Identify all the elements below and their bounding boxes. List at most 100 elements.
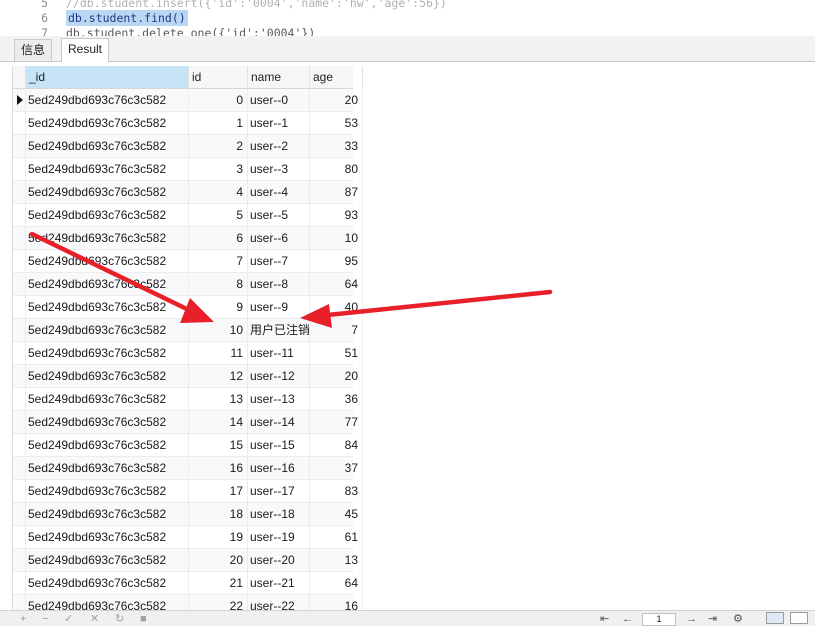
cell-age[interactable]: 64 [310, 572, 363, 594]
cell-id[interactable]: 6 [189, 227, 248, 249]
table-row[interactable]: 5ed249dbd693c76c3c582 6 user--6 10 [13, 227, 363, 250]
table-row[interactable]: 5ed249dbd693c76c3c582 10 用户已注销 7 [13, 319, 363, 342]
table-row[interactable]: 5ed249dbd693c76c3c582 1 user--1 53 [13, 112, 363, 135]
table-row[interactable]: 5ed249dbd693c76c3c582 16 user--16 37 [13, 457, 363, 480]
remove-icon[interactable]: − [42, 613, 48, 625]
prev-page-icon[interactable]: ← [622, 613, 633, 625]
cell-id[interactable]: 1 [189, 112, 248, 134]
cell-age[interactable]: 45 [310, 503, 363, 525]
cell-id[interactable]: 11 [189, 342, 248, 364]
cell-oid[interactable]: 5ed249dbd693c76c3c582 [26, 572, 189, 594]
cell-oid[interactable]: 5ed249dbd693c76c3c582 [26, 365, 189, 387]
table-row[interactable]: 5ed249dbd693c76c3c582 12 user--12 20 [13, 365, 363, 388]
cell-name[interactable]: user--11 [248, 342, 310, 364]
cell-name[interactable]: user--18 [248, 503, 310, 525]
cell-age[interactable]: 80 [310, 158, 363, 180]
cell-name[interactable]: user--6 [248, 227, 310, 249]
cell-id[interactable]: 7 [189, 250, 248, 272]
cell-id[interactable]: 15 [189, 434, 248, 456]
cell-age[interactable]: 7 [310, 319, 363, 341]
stop-icon[interactable]: ■ [140, 613, 147, 625]
cell-oid[interactable]: 5ed249dbd693c76c3c582 [26, 250, 189, 272]
settings-icon[interactable]: ⚙ [733, 613, 743, 625]
table-row[interactable]: 5ed249dbd693c76c3c582 14 user--14 77 [13, 411, 363, 434]
cell-id[interactable]: 14 [189, 411, 248, 433]
code-text-selected[interactable]: db.student.find() [66, 10, 188, 26]
cell-age[interactable]: 20 [310, 365, 363, 387]
cell-name[interactable]: user--15 [248, 434, 310, 456]
cell-id[interactable]: 2 [189, 135, 248, 157]
cell-age[interactable]: 36 [310, 388, 363, 410]
cell-id[interactable]: 18 [189, 503, 248, 525]
cell-oid[interactable]: 5ed249dbd693c76c3c582 [26, 549, 189, 571]
column-header-name[interactable]: name [248, 66, 310, 88]
cell-age[interactable]: 53 [310, 112, 363, 134]
cell-name[interactable]: user--5 [248, 204, 310, 226]
cell-oid[interactable]: 5ed249dbd693c76c3c582 [26, 411, 189, 433]
cell-oid[interactable]: 5ed249dbd693c76c3c582 [26, 89, 189, 111]
cell-name[interactable]: user--12 [248, 365, 310, 387]
table-row[interactable]: 5ed249dbd693c76c3c582 7 user--7 95 [13, 250, 363, 273]
cell-oid[interactable]: 5ed249dbd693c76c3c582 [26, 388, 189, 410]
cell-age[interactable]: 93 [310, 204, 363, 226]
cell-oid[interactable]: 5ed249dbd693c76c3c582 [26, 342, 189, 364]
cell-name[interactable]: user--9 [248, 296, 310, 318]
cell-id[interactable]: 17 [189, 480, 248, 502]
discard-icon[interactable]: ✕ [90, 613, 99, 625]
cell-id[interactable]: 3 [189, 158, 248, 180]
cell-id[interactable]: 16 [189, 457, 248, 479]
cell-age[interactable]: 37 [310, 457, 363, 479]
cell-oid[interactable]: 5ed249dbd693c76c3c582 [26, 135, 189, 157]
cell-age[interactable]: 95 [310, 250, 363, 272]
cell-id[interactable]: 10 [189, 319, 248, 341]
next-page-icon[interactable]: → [686, 613, 697, 625]
cell-age[interactable]: 87 [310, 181, 363, 203]
cell-oid[interactable]: 5ed249dbd693c76c3c582 [26, 503, 189, 525]
column-header-id[interactable]: id [189, 66, 248, 88]
cell-id[interactable]: 8 [189, 273, 248, 295]
table-row[interactable]: 5ed249dbd693c76c3c582 17 user--17 83 [13, 480, 363, 503]
cell-oid[interactable]: 5ed249dbd693c76c3c582 [26, 112, 189, 134]
table-row[interactable]: 5ed249dbd693c76c3c582 2 user--2 33 [13, 135, 363, 158]
page-number-input[interactable]: 1 [642, 613, 676, 626]
cell-name[interactable]: user--14 [248, 411, 310, 433]
apply-icon[interactable]: ✓ [64, 613, 73, 625]
cell-name[interactable]: user--17 [248, 480, 310, 502]
table-row[interactable]: 5ed249dbd693c76c3c582 8 user--8 64 [13, 273, 363, 296]
cell-name[interactable]: user--16 [248, 457, 310, 479]
cell-age[interactable]: 20 [310, 89, 363, 111]
query-editor[interactable]: 5 //db.student.insert({'id':'0004','name… [0, 0, 815, 36]
cell-oid[interactable]: 5ed249dbd693c76c3c582 [26, 204, 189, 226]
cell-name[interactable]: user--1 [248, 112, 310, 134]
cell-age[interactable]: 40 [310, 296, 363, 318]
cell-oid[interactable]: 5ed249dbd693c76c3c582 [26, 526, 189, 548]
cell-name[interactable]: 用户已注销 [248, 319, 310, 341]
result-grid[interactable]: _id id name age 5ed249dbd693c76c3c582 0 us… [12, 66, 363, 618]
form-view-icon[interactable] [790, 612, 808, 624]
table-row[interactable]: 5ed249dbd693c76c3c582 5 user--5 93 [13, 204, 363, 227]
cell-id[interactable]: 5 [189, 204, 248, 226]
column-header-age[interactable]: age [310, 66, 363, 88]
cell-name[interactable]: user--13 [248, 388, 310, 410]
cell-oid[interactable]: 5ed249dbd693c76c3c582 [26, 273, 189, 295]
cell-age[interactable]: 84 [310, 434, 363, 456]
cell-name[interactable]: user--8 [248, 273, 310, 295]
cell-name[interactable]: user--21 [248, 572, 310, 594]
cell-id[interactable]: 21 [189, 572, 248, 594]
cell-age[interactable]: 61 [310, 526, 363, 548]
cell-oid[interactable]: 5ed249dbd693c76c3c582 [26, 158, 189, 180]
cell-age[interactable]: 51 [310, 342, 363, 364]
cell-id[interactable]: 13 [189, 388, 248, 410]
cell-oid[interactable]: 5ed249dbd693c76c3c582 [26, 181, 189, 203]
table-row[interactable]: 5ed249dbd693c76c3c582 20 user--20 13 [13, 549, 363, 572]
table-row[interactable]: 5ed249dbd693c76c3c582 19 user--19 61 [13, 526, 363, 549]
cell-oid[interactable]: 5ed249dbd693c76c3c582 [26, 480, 189, 502]
table-row[interactable]: 5ed249dbd693c76c3c582 9 user--9 40 [13, 296, 363, 319]
cell-age[interactable]: 33 [310, 135, 363, 157]
cell-oid[interactable]: 5ed249dbd693c76c3c582 [26, 319, 189, 341]
cell-age[interactable]: 77 [310, 411, 363, 433]
cell-id[interactable]: 19 [189, 526, 248, 548]
cell-age[interactable]: 13 [310, 549, 363, 571]
cell-name[interactable]: user--7 [248, 250, 310, 272]
cell-oid[interactable]: 5ed249dbd693c76c3c582 [26, 227, 189, 249]
